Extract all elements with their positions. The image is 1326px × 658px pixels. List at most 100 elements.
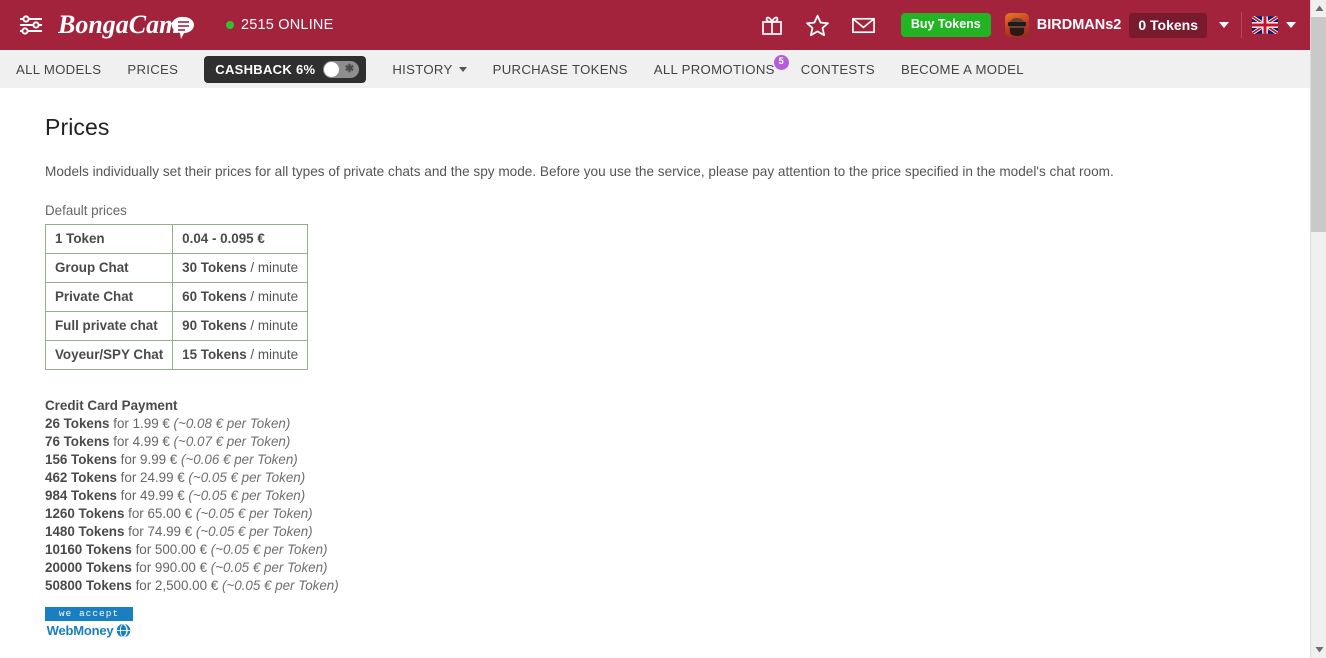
nav-all-promotions[interactable]: ALL PROMOTIONS 5 <box>653 54 789 77</box>
token-balance-badge: 0 Tokens <box>1129 12 1207 38</box>
nav-purchase-tokens-label: PURCHASE TOKENS <box>492 61 628 77</box>
price-row-label: 1 Token <box>44 224 174 255</box>
main-navigation: ALL MODELS PRICES CASHBACK 6% ✱ HISTORY … <box>0 50 1310 88</box>
site-logo[interactable]: BongaCams <box>58 7 198 43</box>
avatar <box>1004 13 1029 37</box>
user-menu-chevron-down-icon[interactable] <box>1219 22 1229 28</box>
price-row-value: 30 Tokens / minute <box>172 253 309 284</box>
webmoney-name: WebMoney <box>46 622 114 638</box>
table-row: Private Chat 60 Tokens / minute <box>44 282 309 313</box>
package-price: for 49.99 € <box>116 488 189 504</box>
package-rate: (~0.05 € per Token) <box>188 488 306 504</box>
nav-all-models-label: ALL MODELS <box>16 61 102 77</box>
history-chevron-down-icon <box>458 66 467 72</box>
nav-cashback-toggle[interactable]: CASHBACK 6% ✱ <box>204 55 367 83</box>
list-item: 156 Tokens for 9.99 € (~0.06 € per Token… <box>45 451 1310 469</box>
sliders-icon[interactable] <box>14 12 48 38</box>
scrollbar-thumb[interactable] <box>1311 17 1326 232</box>
table-row: Full private chat 90 Tokens / minute <box>44 311 309 342</box>
package-tokens: 10160 Tokens <box>45 542 132 558</box>
list-item: 26 Tokens for 1.99 € (~0.08 € per Token) <box>45 415 1310 433</box>
nav-prices[interactable]: PRICES <box>127 62 178 77</box>
list-item: 1260 Tokens for 65.00 € (~0.05 € per Tok… <box>45 505 1310 523</box>
site-header: BongaCams 2515 ONLINE Buy Tokens BIRDMAN… <box>0 0 1310 50</box>
package-rate: (~0.05 € per Token) <box>210 542 328 558</box>
nav-become-a-model[interactable]: BECOME A MODEL <box>901 62 1024 77</box>
table-row: Voyeur/SPY Chat 15 Tokens / minute <box>44 340 309 371</box>
language-flag-icon[interactable] <box>1252 16 1278 34</box>
credit-card-payment-title: Credit Card Payment <box>45 398 178 414</box>
nav-all-models[interactable]: ALL MODELS <box>16 62 101 77</box>
list-item: 462 Tokens for 24.99 € (~0.05 € per Toke… <box>45 469 1310 487</box>
package-price: for 990.00 € <box>131 560 211 576</box>
package-tokens: 462 Tokens <box>45 470 117 486</box>
package-tokens: 984 Tokens <box>45 488 117 504</box>
cashback-switch[interactable]: ✱ <box>323 60 360 78</box>
price-row-value: 90 Tokens / minute <box>172 311 309 342</box>
gift-icon[interactable] <box>749 0 795 50</box>
price-amount: 90 Tokens <box>182 318 247 334</box>
price-amount: 60 Tokens <box>182 289 247 305</box>
nav-become-a-model-label: BECOME A MODEL <box>900 61 1024 77</box>
list-item: 10160 Tokens for 500.00 € (~0.05 € per T… <box>45 541 1310 559</box>
price-row-label: Full private chat <box>44 311 174 342</box>
envelope-icon[interactable] <box>841 0 887 50</box>
price-row-value: 60 Tokens / minute <box>172 282 309 313</box>
webmoney-accept-label: we accept <box>45 607 133 621</box>
price-amount: 30 Tokens <box>182 260 247 276</box>
nav-purchase-tokens[interactable]: PURCHASE TOKENS <box>493 62 628 77</box>
nav-history[interactable]: HISTORY <box>392 62 467 77</box>
package-price: for 9.99 € <box>116 452 181 468</box>
page-root: BongaCams 2515 ONLINE Buy Tokens BIRDMAN… <box>0 0 1310 658</box>
scroll-down-chevron-down-icon[interactable] <box>1311 641 1326 658</box>
price-unit: / minute <box>246 318 299 334</box>
header-divider <box>1241 12 1242 38</box>
header-right-group: Buy Tokens BIRDMANs2 0 Tokens <box>749 0 1310 50</box>
package-rate: (~0.06 € per Token) <box>180 452 298 468</box>
package-tokens: 156 Tokens <box>45 452 117 468</box>
package-price: for 500.00 € <box>131 542 211 558</box>
table-row: 1 Token 0.04 - 0.095 € <box>44 224 309 255</box>
nav-prices-label: PRICES <box>127 61 179 77</box>
nav-contests-label: CONTESTS <box>800 61 875 77</box>
webmoney-badge: we accept WebMoney <box>45 607 133 639</box>
package-price: for 74.99 € <box>124 524 196 540</box>
nav-all-promotions-label: ALL PROMOTIONS <box>653 61 775 77</box>
nav-contests[interactable]: CONTESTS <box>801 62 875 77</box>
asterisk-icon: ✱ <box>344 62 355 75</box>
package-tokens: 20000 Tokens <box>45 560 132 576</box>
browser-viewport: BongaCams 2515 ONLINE Buy Tokens BIRDMAN… <box>0 0 1326 658</box>
star-icon[interactable] <box>795 0 841 50</box>
user-menu[interactable]: BIRDMANs2 0 Tokens <box>1004 12 1207 38</box>
package-tokens: 26 Tokens <box>45 416 110 432</box>
page-scrollbar[interactable] <box>1310 0 1326 658</box>
package-price: for 2,500.00 € <box>131 578 222 594</box>
package-rate: (~0.05 € per Token) <box>195 506 313 522</box>
promotions-count-badge: 5 <box>773 54 789 70</box>
package-tokens: 1480 Tokens <box>45 524 125 540</box>
scroll-up-chevron-up-icon[interactable] <box>1311 0 1326 17</box>
list-item: 984 Tokens for 49.99 € (~0.05 € per Toke… <box>45 487 1310 505</box>
list-item: 76 Tokens for 4.99 € (~0.07 € per Token) <box>45 433 1310 451</box>
package-price: for 1.99 € <box>109 416 174 432</box>
username-label: BIRDMANs2 <box>1036 17 1122 33</box>
online-count-label: 2515 ONLINE <box>241 17 334 33</box>
list-item: 50800 Tokens for 2,500.00 € (~0.05 € per… <box>45 577 1310 595</box>
list-item: 20000 Tokens for 990.00 € (~0.05 € per T… <box>45 559 1310 577</box>
language-chevron-down-icon[interactable] <box>1286 22 1296 28</box>
page-title: Prices <box>45 114 110 140</box>
online-counter: 2515 ONLINE <box>226 17 333 33</box>
online-status-dot <box>226 21 234 29</box>
price-row-value: 15 Tokens / minute <box>172 340 309 371</box>
intro-paragraph: Models individually set their prices for… <box>45 164 1114 179</box>
package-rate: (~0.07 € per Token) <box>173 434 291 450</box>
buy-tokens-button[interactable]: Buy Tokens <box>900 13 991 37</box>
price-row-label: Group Chat <box>44 253 174 284</box>
price-row-label: Voyeur/SPY Chat <box>44 340 174 371</box>
package-rate: (~0.05 € per Token) <box>195 524 313 540</box>
nav-cashback-label: CASHBACK 6% <box>215 61 316 77</box>
package-rate: (~0.08 € per Token) <box>173 416 291 432</box>
price-unit: / minute <box>246 260 299 276</box>
package-price: for 65.00 € <box>124 506 196 522</box>
package-price: for 24.99 € <box>116 470 189 486</box>
